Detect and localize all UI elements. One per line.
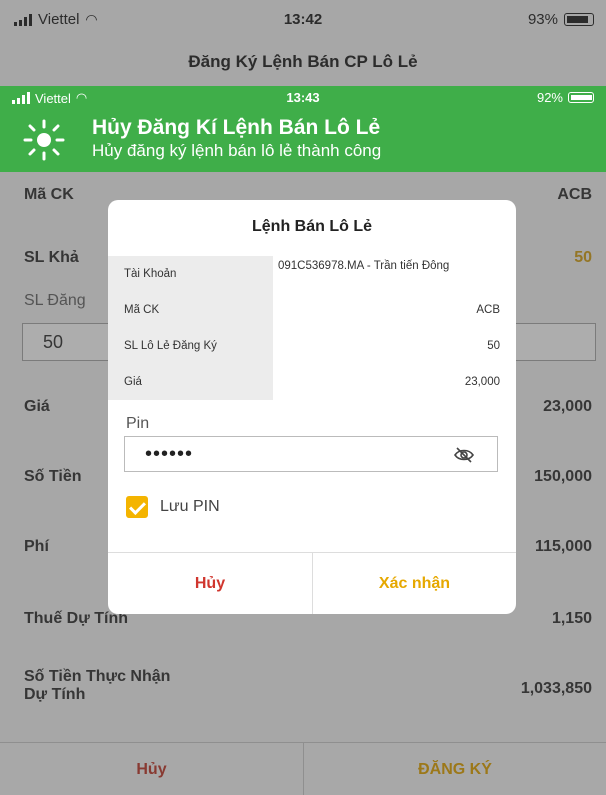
detail-row-price: Giá 23,000 (108, 364, 516, 400)
detail-key: SL Lô Lẻ Đăng Ký (124, 340, 217, 352)
pin-value: •••••• (145, 443, 194, 465)
dialog-cancel-button[interactable]: Hủy (108, 553, 312, 614)
dialog-actions: Hủy Xác nhận (108, 552, 516, 614)
detail-key: Mã CK (124, 304, 160, 316)
dialog-title: Lệnh Bán Lô Lẻ (252, 218, 372, 235)
pin-label: Pin (126, 415, 150, 432)
detail-value: 091C536978.MA - Trần tiến Đông (278, 260, 450, 272)
detail-row-symbol: Mã CK ACB (108, 292, 516, 328)
banner-time: 13:43 (286, 90, 320, 105)
detail-value: ACB (476, 304, 500, 316)
save-pin-checkbox[interactable] (126, 496, 148, 518)
detail-value: 50 (487, 340, 500, 352)
detail-key: Giá (124, 376, 142, 388)
banner-status-bar: Viettel ◠ 13:43 92% (0, 86, 606, 110)
detail-value: 23,000 (464, 376, 500, 388)
order-details-table: Tài Khoản 091C536978.MA - Trần tiến Đông… (108, 256, 516, 400)
detail-row-account: Tài Khoản 091C536978.MA - Trần tiến Đông (108, 256, 516, 292)
dialog-confirm-button[interactable]: Xác nhận (312, 553, 516, 614)
notification-banner[interactable]: Viettel ◠ 13:43 92% Hủy Đăng Kí Lệnh Bán… (0, 86, 606, 172)
pin-input[interactable]: •••••• (124, 436, 498, 472)
banner-battery-percent: 92% (536, 90, 563, 105)
save-pin-option[interactable]: Lưu PIN (126, 496, 220, 518)
banner-title: Hủy Đăng Kí Lệnh Bán Lô Lẻ (92, 116, 381, 139)
eye-slash-icon[interactable] (453, 445, 475, 465)
save-pin-label: Lưu PIN (160, 498, 220, 515)
sell-order-dialog: Lệnh Bán Lô Lẻ Tài Khoản 091C536978.MA -… (108, 200, 516, 614)
detail-row-quantity: SL Lô Lẻ Đăng Ký 50 (108, 328, 516, 364)
sun-icon (23, 119, 65, 161)
banner-message: Hủy đăng ký lệnh bán lô lẻ thành công (92, 141, 382, 160)
detail-key: Tài Khoản (124, 268, 177, 280)
battery-icon (568, 92, 594, 103)
